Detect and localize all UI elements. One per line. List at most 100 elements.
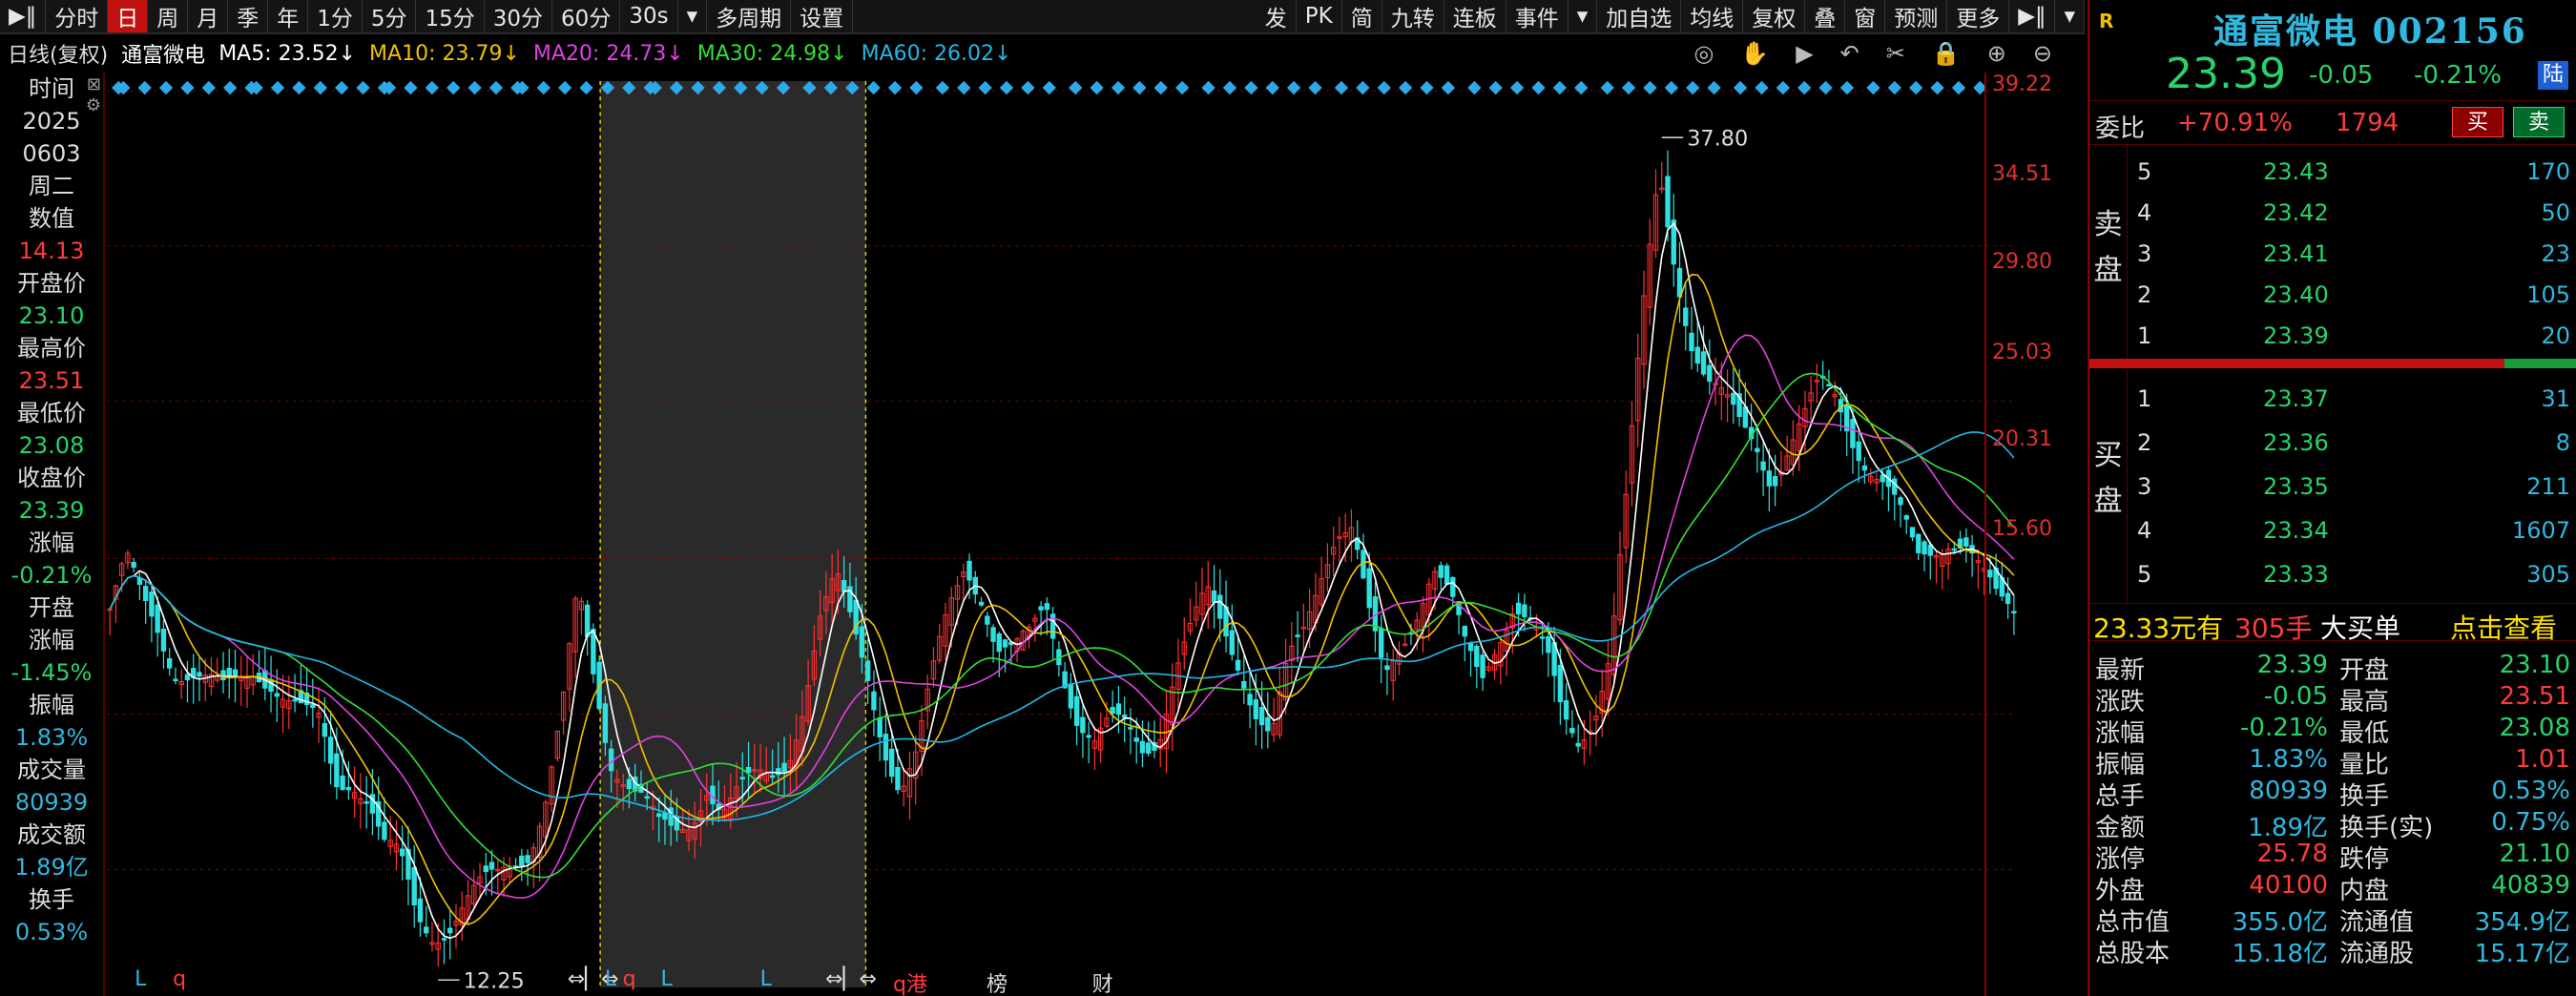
info-row: -0.21%	[10, 562, 93, 589]
gear-icon[interactable]: ⚙	[86, 95, 101, 115]
candle-body	[1892, 478, 1898, 495]
period-tab[interactable]: 月	[188, 0, 229, 32]
event-marker[interactable]: L	[760, 967, 772, 991]
period-tab[interactable]: 30s	[620, 0, 678, 32]
event-diamond	[1643, 80, 1657, 95]
candle-body	[1515, 602, 1522, 615]
book-level-row[interactable]: 4 23.34 1607	[2129, 509, 2576, 550]
event-marker[interactable]: 财	[1092, 967, 1113, 996]
quote-header: R 通富微电 002156 23.39 -0.05 -0.21% 陆	[2089, 0, 2576, 101]
book-price: 23.41	[2263, 240, 2329, 267]
period-tab[interactable]: 年	[268, 0, 309, 32]
undo-icon[interactable]: ↶	[1840, 40, 1859, 67]
event-diamond	[270, 80, 285, 95]
period-tab[interactable]: 15分	[416, 0, 485, 32]
event-diamond	[957, 80, 971, 95]
event-marker[interactable]: q	[173, 967, 186, 991]
big-order-link[interactable]: 点击查看	[2450, 608, 2557, 646]
candle-body	[1539, 636, 1546, 639]
tool-button[interactable]: 叠	[1805, 0, 1846, 32]
hand-icon[interactable]: ✋	[1740, 40, 1769, 67]
period-tab[interactable]: 5分	[363, 0, 417, 32]
book-level-row[interactable]: 5 23.33 305	[2129, 553, 2576, 593]
book-level-row[interactable]: 4 23.42 50	[2129, 192, 2576, 232]
period-tab[interactable]: 60分	[552, 0, 621, 32]
book-level-row[interactable]: 1 23.39 20	[2129, 315, 2576, 355]
book-level-num: 4	[2137, 517, 2152, 544]
period-tab[interactable]: 周	[148, 0, 189, 32]
zoom-out-icon[interactable]: ⊖	[2033, 40, 2052, 67]
lu-badge[interactable]: 陆	[2538, 61, 2568, 90]
event-marker[interactable]: L	[661, 967, 673, 991]
event-marker[interactable]: ⇔▏⇔	[825, 967, 877, 991]
tool-button[interactable]: 加自选	[1597, 0, 1682, 32]
period-label[interactable]: 日线(复权)	[8, 38, 108, 69]
book-level-row[interactable]: 3 23.41 23	[2129, 233, 2576, 273]
period-tab[interactable]: ▶‖	[0, 0, 47, 32]
book-qty: 105	[2526, 281, 2570, 308]
tool-button[interactable]: 窗	[1845, 0, 1886, 32]
candle-body	[1903, 515, 1909, 520]
tool-button[interactable]: 九转	[1382, 0, 1444, 32]
event-diamond	[1930, 80, 1944, 95]
period-tab[interactable]: 日	[108, 0, 149, 32]
event-marker[interactable]: L	[605, 967, 616, 991]
stat-row: 涨幅 -0.21% 最低 23.08	[2089, 712, 2576, 748]
tool-button[interactable]: ▾	[2055, 0, 2085, 32]
candle-body	[990, 627, 996, 642]
tool-button[interactable]: 连板	[1444, 0, 1506, 32]
tool-button[interactable]: 均线	[1681, 0, 1744, 32]
price-axis: 39.22 34.51 29.80 25.03 20.31 15.60	[1984, 73, 2085, 996]
book-level-row[interactable]: 2 23.36 8	[2129, 422, 2576, 462]
event-diamond	[1686, 80, 1700, 95]
close-icon[interactable]: ⊠	[87, 74, 101, 94]
eye-icon[interactable]: ◎	[1693, 40, 1714, 67]
tool-button[interactable]: 复权	[1743, 0, 1806, 32]
event-marker[interactable]: L	[135, 967, 146, 991]
event-diamond	[1733, 80, 1748, 95]
info-row: 0603	[22, 140, 81, 167]
play-icon[interactable]: ▶	[1796, 40, 1813, 67]
ma60-label: MA60: 26.02↓	[861, 41, 1012, 66]
tool-button[interactable]: 事件	[1506, 0, 1568, 32]
kline-chart[interactable]: 37.8012.25	[107, 73, 2017, 996]
tool-button[interactable]: PK	[1297, 0, 1342, 32]
period-tab[interactable]: 1分	[308, 0, 363, 32]
book-level-row[interactable]: 3 23.35 211	[2129, 466, 2576, 506]
candle-body	[602, 703, 609, 743]
candle-body	[345, 786, 352, 791]
tool-button[interactable]: 更多	[1947, 0, 2010, 32]
candle-body	[447, 927, 453, 934]
zoom-in-icon[interactable]: ⊕	[1987, 40, 2006, 67]
period-tab[interactable]: 30分	[485, 0, 553, 32]
info-row: 23.08	[18, 432, 85, 459]
book-level-num: 2	[2137, 429, 2152, 456]
candle-body	[1683, 307, 1689, 326]
stat-value: 40839	[2491, 871, 2570, 900]
book-level-row[interactable]: 1 23.37 31	[2129, 378, 2576, 418]
tool-button[interactable]: 预测	[1885, 0, 1948, 32]
period-tab[interactable]: 季	[228, 0, 269, 32]
candle-body	[1146, 742, 1152, 754]
book-qty: 1607	[2511, 517, 2570, 544]
period-tab[interactable]: ▾	[678, 0, 708, 32]
event-marker[interactable]: q港	[893, 967, 927, 996]
lock-icon[interactable]: 🔒	[1932, 40, 1961, 67]
event-marker[interactable]: 榜	[987, 967, 1008, 996]
book-level-row[interactable]: 5 23.43 170	[2129, 151, 2576, 191]
period-tab[interactable]: 多周期	[707, 0, 792, 32]
tool-button[interactable]: ▾	[1568, 0, 1598, 32]
tool-button[interactable]: 发	[1257, 0, 1297, 32]
tool-button[interactable]: 简	[1342, 0, 1382, 32]
stat-row: 金额 1.89亿 换手(实) 0.75%	[2089, 806, 2576, 842]
big-order-row[interactable]: 23.33元有 305手 大买单 点击查看	[2089, 603, 2576, 644]
book-level-row[interactable]: 2 23.40 105	[2129, 274, 2576, 314]
period-tab[interactable]: 分时	[46, 0, 109, 32]
sell-button[interactable]: 卖	[2513, 107, 2565, 137]
scissors-icon[interactable]: ✂	[1886, 40, 1905, 67]
buy-button[interactable]: 买	[2452, 107, 2503, 137]
period-tab[interactable]: 设置	[791, 0, 854, 32]
tool-button[interactable]: ▶‖	[2009, 0, 2056, 32]
event-marker[interactable]: q	[623, 967, 636, 991]
info-row: 收盘价	[17, 465, 86, 491]
